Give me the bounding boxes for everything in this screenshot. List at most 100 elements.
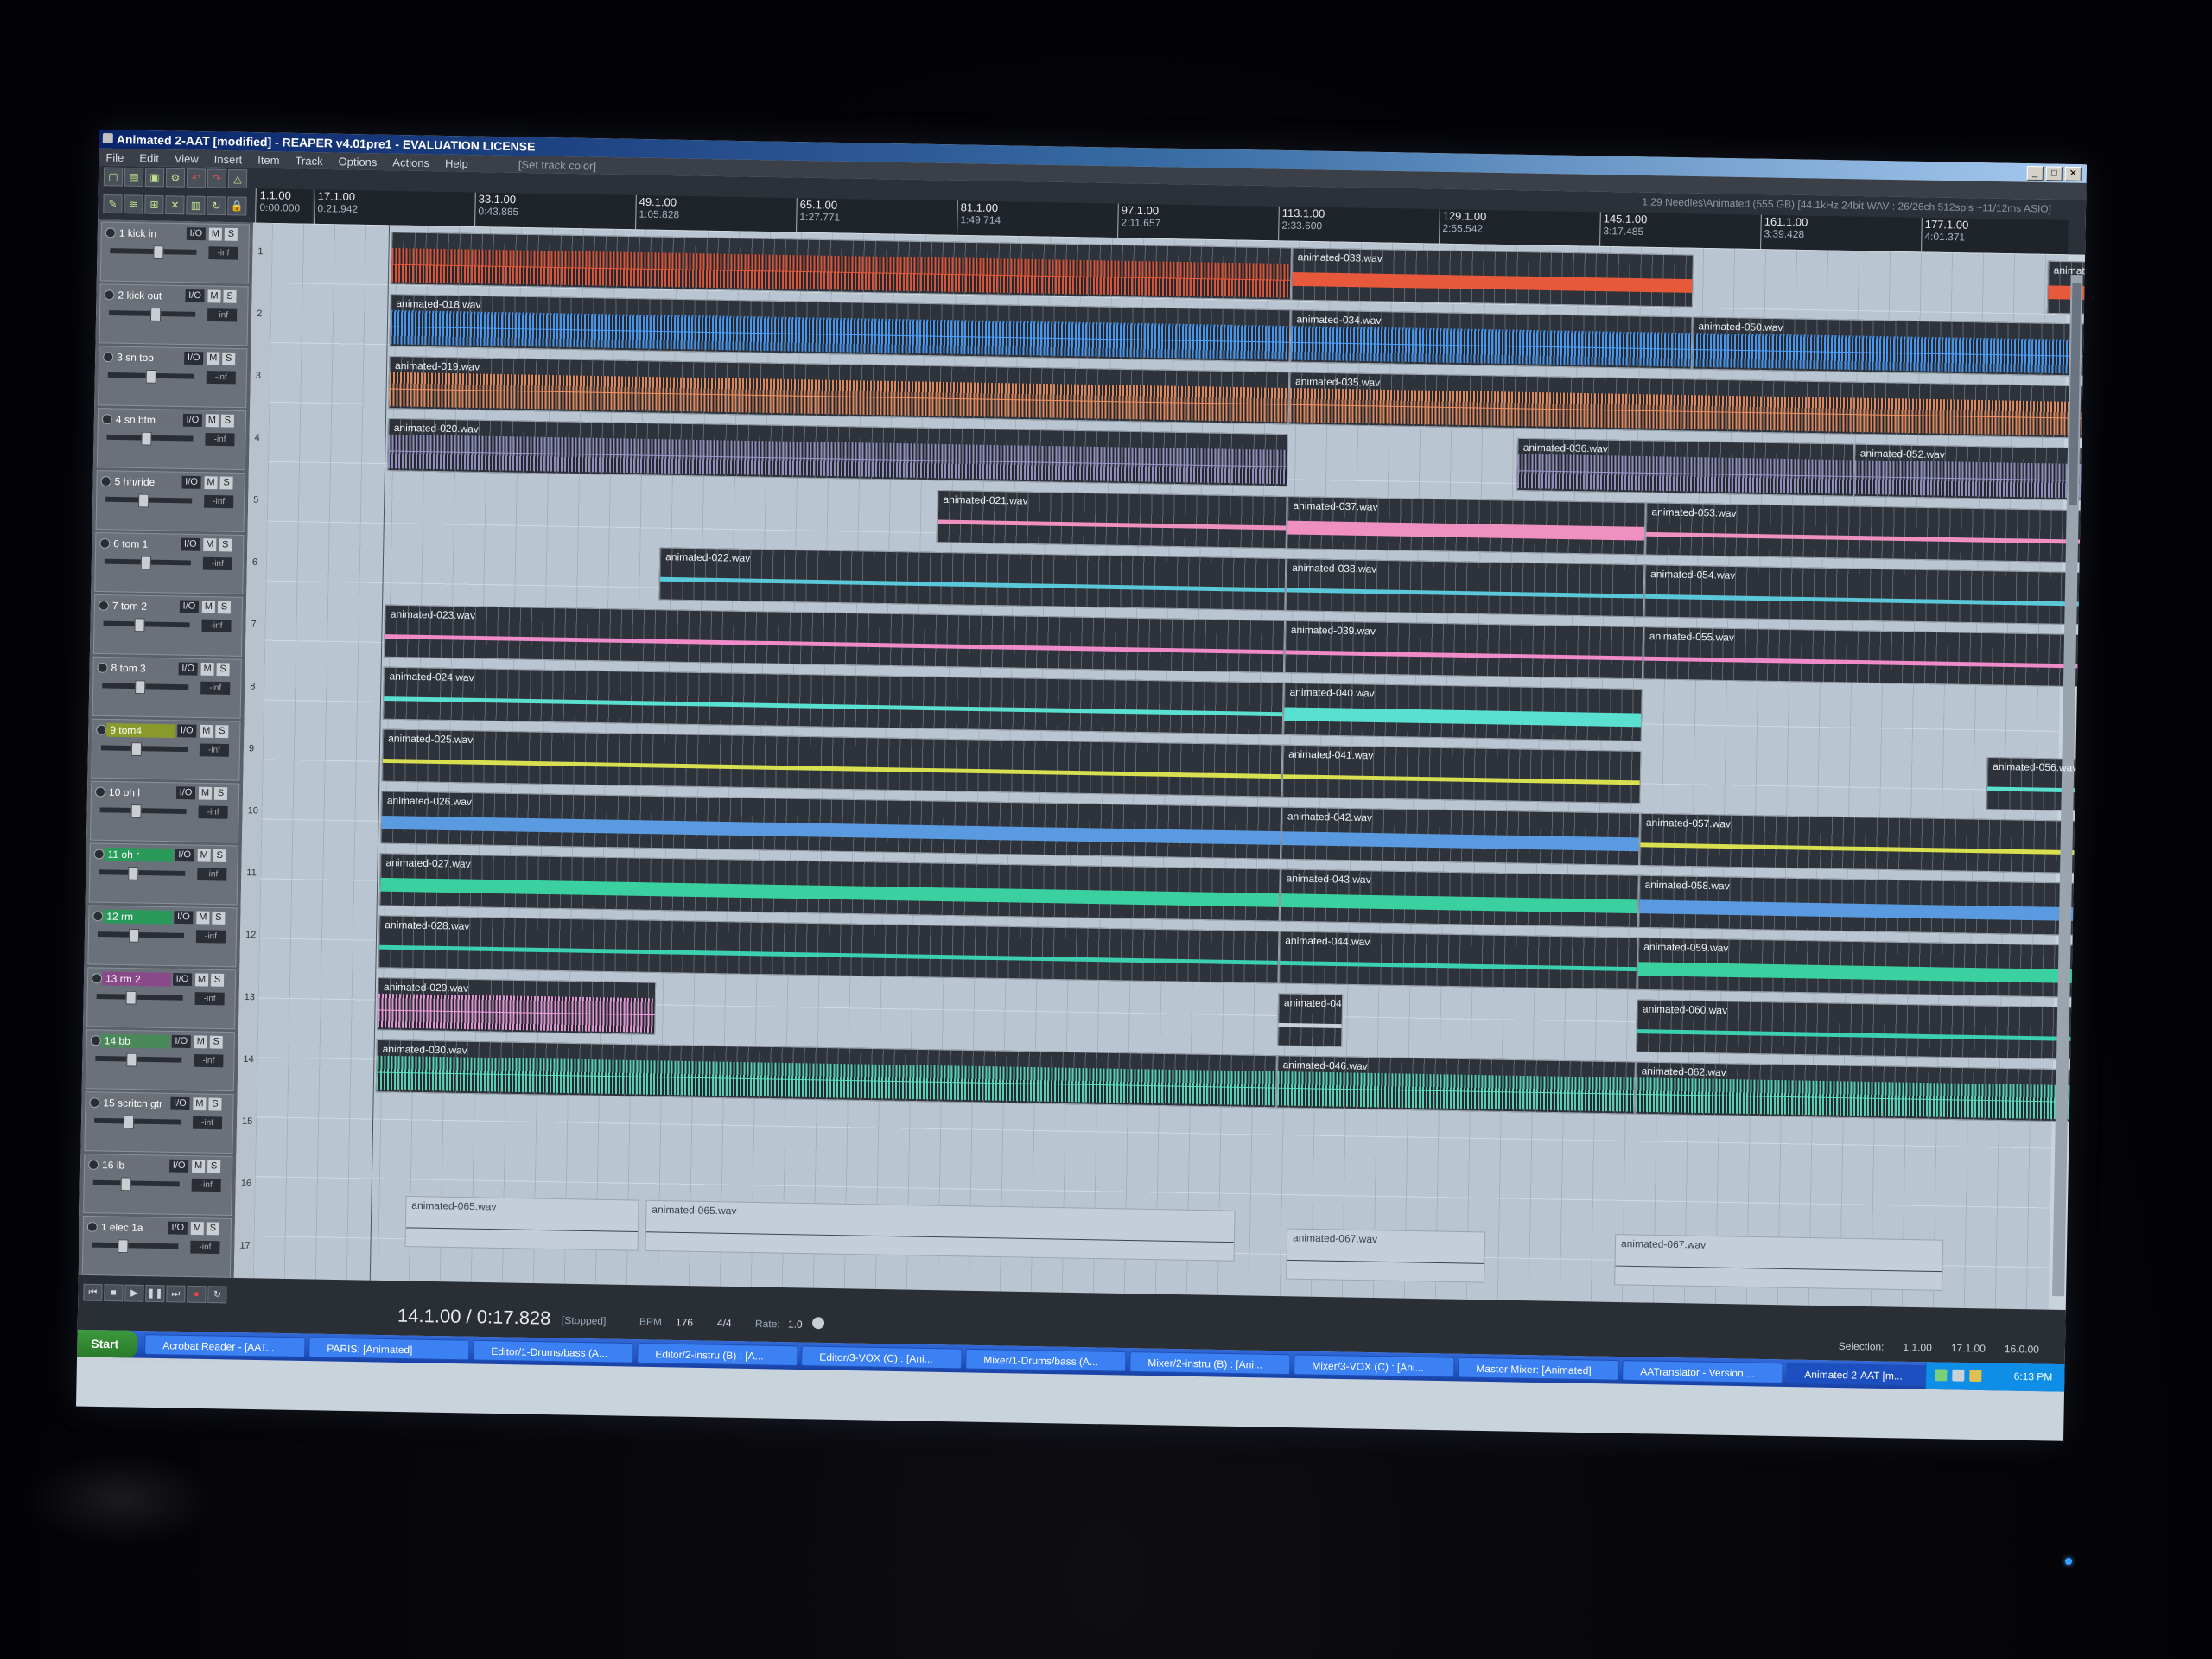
taskbar-task[interactable]: PARIS: [Animated] xyxy=(308,1337,470,1361)
record-arm-icon[interactable] xyxy=(101,414,112,425)
maximize-button[interactable]: □ xyxy=(2045,166,2063,181)
solo-button[interactable]: S xyxy=(219,476,233,490)
fader-knob[interactable] xyxy=(134,618,145,632)
media-item[interactable]: animated-035.wav xyxy=(1288,372,2087,439)
go-to-end-button[interactable]: ⏭ xyxy=(166,1285,186,1303)
solo-button[interactable]: S xyxy=(216,663,230,677)
record-arm-icon[interactable] xyxy=(96,724,107,735)
record-arm-icon[interactable] xyxy=(91,973,103,984)
mute-button[interactable]: M xyxy=(203,538,217,552)
mute-button[interactable]: M xyxy=(207,352,220,365)
selection-length[interactable]: 16.0.00 xyxy=(2005,1343,2039,1355)
fader-knob[interactable] xyxy=(130,804,142,818)
taskbar-task[interactable]: Mixer/2-instru (B) : [Ani... xyxy=(1129,1351,1291,1375)
media-item[interactable]: animated-027.wav xyxy=(378,853,1281,922)
taskbar-task[interactable]: Acrobat Reader - [AAT... xyxy=(144,1334,306,1358)
media-item[interactable]: animated-022.wav xyxy=(658,547,1287,612)
volume-icon[interactable] xyxy=(1952,1369,1965,1382)
track-panel[interactable]: 4 sn btm I/O M S -inf xyxy=(96,408,247,471)
media-item[interactable]: animated-065.wav xyxy=(404,1195,639,1251)
solo-button[interactable]: S xyxy=(213,849,226,862)
track-panel[interactable]: 15 scritch gtr I/O M S -inf xyxy=(84,1091,234,1154)
volume-fader[interactable] xyxy=(100,742,188,757)
media-item[interactable]: animated-062.wav xyxy=(1634,1061,2087,1122)
track-panel[interactable]: 8 tom 3 I/O M S -inf xyxy=(92,656,242,719)
media-item[interactable]: animated-021.wav xyxy=(936,490,1287,550)
mute-button[interactable]: M xyxy=(194,973,209,987)
volume-fader[interactable] xyxy=(93,1115,181,1129)
track-panel[interactable]: 2 kick out I/O M S -inf xyxy=(99,283,249,346)
record-arm-icon[interactable] xyxy=(90,1035,101,1046)
solo-button[interactable]: S xyxy=(219,538,232,552)
menu-track[interactable]: Track xyxy=(295,154,322,167)
selection-start[interactable]: 1.1.00 xyxy=(1903,1341,1932,1353)
rate-value[interactable]: 1.0 xyxy=(788,1319,803,1331)
project-settings-icon[interactable]: ⚙ xyxy=(165,168,186,188)
mute-button[interactable]: M xyxy=(190,1222,204,1236)
mute-button[interactable]: M xyxy=(204,476,218,490)
auto-crossfade-icon[interactable]: ✕ xyxy=(165,195,185,215)
solo-button[interactable]: S xyxy=(206,1222,219,1236)
media-item[interactable]: animated-041.wav xyxy=(1281,744,1642,804)
media-item[interactable]: animated-067.wav xyxy=(1286,1228,1486,1283)
track-name[interactable]: 15 scritch gtr xyxy=(99,1096,169,1111)
record-arm-icon[interactable] xyxy=(88,1160,99,1171)
media-item[interactable]: animated-037.wav xyxy=(1286,496,1646,556)
fader-knob[interactable] xyxy=(140,556,151,570)
io-button[interactable]: I/O xyxy=(179,600,200,613)
mute-button[interactable]: M xyxy=(200,724,213,738)
track-name[interactable]: 4 sn btm xyxy=(111,412,182,428)
volume-fader[interactable] xyxy=(92,1177,180,1192)
track-name[interactable]: 5 hh/ride xyxy=(111,474,181,490)
record-arm-icon[interactable] xyxy=(93,849,105,860)
record-arm-icon[interactable] xyxy=(99,537,111,549)
volume-fader[interactable] xyxy=(97,928,185,943)
minimize-button[interactable]: _ xyxy=(2026,165,2044,181)
mute-button[interactable]: M xyxy=(201,600,216,614)
mute-button[interactable]: M xyxy=(205,414,219,428)
menu-actions[interactable]: Actions xyxy=(392,156,429,169)
track-panel[interactable]: 11 oh r I/O M S -inf xyxy=(88,842,238,906)
item-grouping-icon[interactable]: ⊞ xyxy=(144,194,164,214)
taskbar-task[interactable]: Animated 2-AAT [m... xyxy=(1786,1363,1948,1387)
menu-insert[interactable]: Insert xyxy=(214,152,243,165)
io-button[interactable]: I/O xyxy=(168,1159,189,1173)
solo-button[interactable]: S xyxy=(222,352,236,365)
fader-knob[interactable] xyxy=(149,307,162,321)
media-item[interactable]: animated-025.wav xyxy=(381,728,1283,798)
track-name[interactable]: 2 kick out xyxy=(114,288,184,303)
menu-edit[interactable]: Edit xyxy=(139,151,159,164)
menu-options[interactable]: Options xyxy=(338,155,377,168)
io-button[interactable]: I/O xyxy=(181,475,201,489)
volume-fader[interactable] xyxy=(104,556,191,570)
security-icon[interactable] xyxy=(1969,1370,1982,1382)
volume-fader[interactable] xyxy=(107,369,194,384)
menu-file[interactable]: File xyxy=(105,150,124,163)
media-item[interactable]: animated-045.wav xyxy=(1277,993,1344,1047)
track-name[interactable]: 13 rm 2 xyxy=(101,971,172,987)
volume-fader[interactable] xyxy=(99,804,187,818)
fader-knob[interactable] xyxy=(145,369,156,384)
volume-fader[interactable] xyxy=(110,245,197,260)
track-panel[interactable]: 3 sn top I/O M S -inf xyxy=(98,346,248,409)
media-item[interactable]: animated-024.wav xyxy=(382,666,1284,735)
track-panel[interactable]: 14 bb I/O M S -inf xyxy=(85,1029,235,1092)
solo-button[interactable]: S xyxy=(209,1035,223,1049)
track-name[interactable]: 6 tom 1 xyxy=(110,537,180,552)
mute-button[interactable]: M xyxy=(200,662,214,676)
taskbar-task[interactable]: Editor/1-Drums/bass (A... xyxy=(473,1339,634,1363)
media-item[interactable]: animated-053.wav xyxy=(1644,502,2087,563)
play-button[interactable]: ▶ xyxy=(124,1284,144,1302)
media-item[interactable]: animated-059.wav xyxy=(1637,937,2087,999)
mute-button[interactable]: M xyxy=(191,1160,206,1173)
io-button[interactable]: I/O xyxy=(177,724,197,738)
record-arm-icon[interactable] xyxy=(103,352,114,363)
solo-button[interactable]: S xyxy=(217,601,232,614)
track-name[interactable]: 12 rm xyxy=(103,909,173,925)
track-name[interactable]: 3 sn top xyxy=(113,350,183,365)
media-item[interactable] xyxy=(390,232,1292,301)
envelope-icon[interactable]: ▥ xyxy=(186,195,206,215)
record-arm-icon[interactable] xyxy=(100,476,111,487)
undo-icon[interactable]: ↶ xyxy=(186,168,207,188)
io-button[interactable]: I/O xyxy=(174,911,194,925)
